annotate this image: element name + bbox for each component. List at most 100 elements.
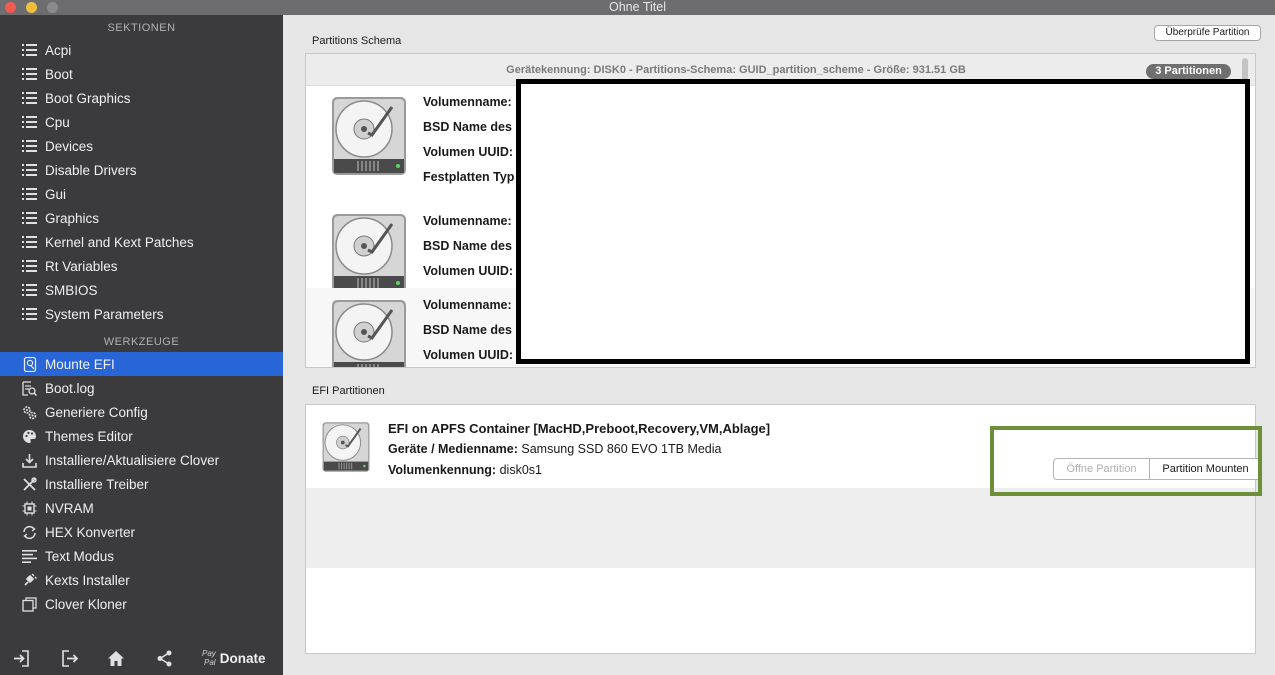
clone-icon [22,596,37,612]
sidebar-item-label: Boot.log [45,380,95,396]
volume-name-label: Volumenname: [423,298,512,312]
sidebar-item-label: Cpu [45,114,70,130]
sidebar-item-graphics[interactable]: Graphics [0,206,283,230]
sidebar-item-label: Themes Editor [45,428,133,444]
export-button[interactable] [58,647,80,669]
paypal-logo: Pay Pal [202,649,216,667]
sidebar-item-boot-graphics[interactable]: Boot Graphics [0,86,283,110]
sidebar-item-cpu[interactable]: Cpu [0,110,283,134]
sidebar-item-generiere-config[interactable]: Generiere Config [0,400,283,424]
sidebar-item-boot-log[interactable]: Boot.log [0,376,283,400]
download-icon [22,453,37,468]
hard-drive-icon [320,421,372,473]
sidebar-item-label: Acpi [45,42,72,58]
bsd-name-label: BSD Name des [423,323,512,337]
sidebar-item-boot[interactable]: Boot [0,62,283,86]
list-icon [22,211,37,226]
wrench-icon [22,476,37,492]
sidebar-item-label: Disable Drivers [45,162,137,178]
donate-label: Donate [219,650,266,666]
disk-type-label: Festplatten Typ [423,170,515,184]
list-icon [22,43,37,58]
list-icon [22,115,37,130]
sidebar-item-label: Gui [45,186,67,202]
sidebar-item-installiere-aktualisiere-clover[interactable]: Installiere/Aktualisiere Clover [0,448,283,472]
sidebar: SEKTIONEN Acpi Boot Boot Graphics Cpu De… [0,15,283,675]
window-title: Ohne Titel [609,0,666,14]
hard-drive-icon [328,95,410,177]
partition-count-badge: 3 Partitionen [1146,64,1231,79]
text-icon [22,549,37,564]
list-icon [22,187,37,202]
list-icon [22,163,37,178]
import-button[interactable] [10,647,32,669]
log-icon [22,380,37,396]
sidebar-item-label: HEX Konverter [45,524,136,540]
volume-name-label: Volumenname: [423,95,512,109]
sidebar-item-label: NVRAM [45,500,94,516]
list-icon [22,67,37,82]
donate-button[interactable]: Pay Pal Donate [202,644,266,672]
volume-id-value: disk0s1 [499,463,542,477]
volume-uuid-label: Volumen UUID: [423,348,514,362]
efi-list-empty-row [306,488,1255,568]
efi-volume-line: Volumenkennung: disk0s1 [388,463,542,477]
volume-name-label: Volumenname: [423,214,512,228]
export-icon [61,649,78,667]
sidebar-item-label: Installiere/Aktualisiere Clover [45,452,220,468]
sidebar-item-label: SMBIOS [45,282,98,298]
list-icon [22,139,37,154]
share-button[interactable] [153,647,175,669]
sidebar-item-devices[interactable]: Devices [0,134,283,158]
sidebar-item-nvram[interactable]: NVRAM [0,496,283,520]
sidebar-item-mounte-efi[interactable]: Mounte EFI [0,352,283,376]
list-icon [22,307,37,322]
share-icon [157,650,171,666]
sidebar-item-system-parameters[interactable]: System Parameters [0,302,283,326]
sections-heading: SEKTIONEN [107,22,176,34]
sidebar-item-label: Rt Variables [45,258,118,274]
bsd-name-label: BSD Name des [423,239,512,253]
sidebar-item-kexts-installer[interactable]: Kexts Installer [0,568,283,592]
media-name-value: Samsung SSD 860 EVO 1TB Media [521,442,722,456]
sidebar-item-label: Clover Kloner [45,596,127,612]
sidebar-item-themes-editor[interactable]: Themes Editor [0,424,283,448]
efi-media-line: Geräte / Medienname: Samsung SSD 860 EVO… [388,442,722,456]
efi-partitions-label: EFI Partitionen [312,385,385,397]
list-icon [22,283,37,298]
redaction-overlay [516,79,1250,364]
sidebar-item-label: Mounte EFI [45,356,115,372]
sidebar-item-smbios[interactable]: SMBIOS [0,278,283,302]
bsd-name-label: BSD Name des [423,120,512,134]
highlight-annotation-box [990,426,1262,496]
sidebar-item-clover-kloner[interactable]: Clover Kloner [0,592,283,616]
home-button[interactable] [105,647,127,669]
sidebar-item-kernel-and-kext-patches[interactable]: Kernel and Kext Patches [0,230,283,254]
sidebar-item-label: System Parameters [45,306,164,322]
sidebar-item-hex-konverter[interactable]: HEX Konverter [0,520,283,544]
media-name-label: Geräte / Medienname: [388,442,518,456]
volume-uuid-label: Volumen UUID: [423,145,514,159]
sidebar-item-label: Graphics [45,210,100,226]
sidebar-item-disable-drivers[interactable]: Disable Drivers [0,158,283,182]
sidebar-item-text-modus[interactable]: Text Modus [0,544,283,568]
sidebar-item-rt-variables[interactable]: Rt Variables [0,254,283,278]
plug-icon [22,573,37,588]
sidebar-item-label: Devices [45,138,94,154]
partition-schema-label: Partitions Schema [312,35,402,47]
sidebar-item-installiere-treiber[interactable]: Installiere Treiber [0,472,283,496]
import-icon [13,649,29,667]
sidebar-item-label: Text Modus [45,548,115,564]
check-partition-button[interactable]: Überprüfe Partition [1154,25,1261,41]
list-icon [22,91,37,106]
convert-icon [22,525,37,540]
palette-icon [22,429,37,444]
schema-info: Gerätekennung: DISK0 - Partitions-Schema… [506,64,966,76]
sidebar-item-label: Boot Graphics [45,90,131,106]
volume-id-label: Volumenkennung: [388,463,497,477]
sidebar-item-gui[interactable]: Gui [0,182,283,206]
volume-uuid-label: Volumen UUID: [423,264,514,278]
sidebar-item-label: Installiere Treiber [45,476,149,492]
sidebar-item-label: Kexts Installer [45,572,130,588]
sidebar-item-acpi[interactable]: Acpi [0,38,283,62]
